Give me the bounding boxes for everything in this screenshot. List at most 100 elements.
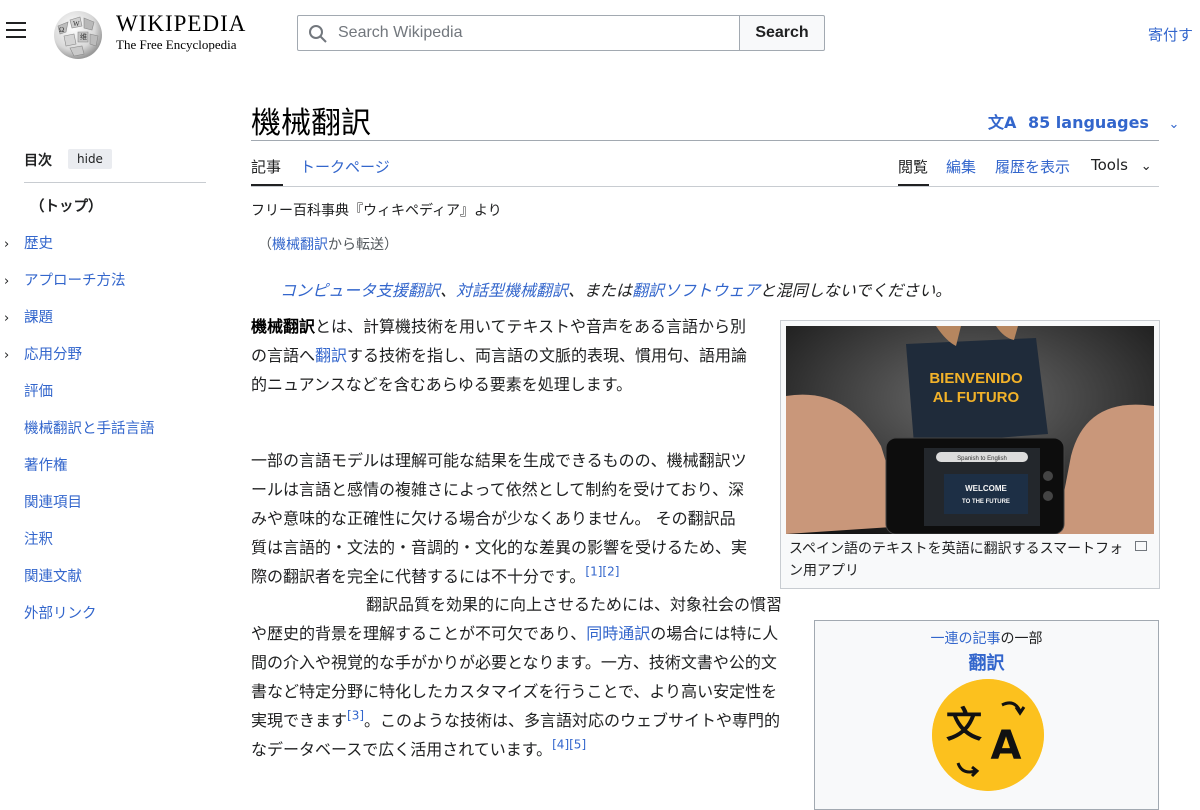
chevron-down-icon: ⌄	[1168, 117, 1180, 132]
hatnote-sep: 、または	[568, 281, 633, 300]
ref-4[interactable]: [4]	[552, 738, 569, 752]
tab-edit[interactable]: 編集	[946, 156, 976, 177]
ref-2[interactable]: [2]	[602, 565, 619, 579]
term-bold: 機械翻訳	[251, 317, 316, 336]
phone-button	[1043, 471, 1053, 481]
toc-item[interactable]: 著作権	[0, 455, 220, 492]
svg-text:文: 文	[946, 705, 982, 746]
donate-link[interactable]: 寄付す	[1148, 24, 1193, 45]
series-caption: 一連の記事の一部	[815, 628, 1158, 648]
tab-article[interactable]: 記事	[251, 156, 281, 177]
phone-bar-text: Spanish to English	[957, 456, 1007, 462]
enlarge-icon[interactable]	[1135, 541, 1147, 551]
phone-line-1: WELCOME	[965, 484, 1007, 493]
menu-bar	[6, 22, 26, 24]
redirect-rest: から転送）	[328, 237, 398, 253]
wordmark-title: WIKIPEDIA	[116, 11, 247, 36]
wikipedia-wordmark[interactable]: WIKIPEDIA The Free Encyclopedia	[116, 12, 246, 54]
series-link[interactable]: 一連の記事	[931, 631, 1001, 647]
search-icon	[309, 25, 327, 43]
series-title[interactable]: 翻訳	[815, 649, 1158, 675]
tab-history[interactable]: 履歴を表示	[995, 156, 1070, 177]
hatnote-link-software[interactable]: 翻訳ソフトウェア	[632, 281, 760, 300]
ref-5[interactable]: [5]	[569, 738, 586, 752]
svg-text:W: W	[73, 20, 80, 28]
toc-item-label: 歴史	[24, 236, 53, 252]
paragraph-body-b: 翻訳品質を効果的に向上させるためには、対象社会の慣習や歴史的背景を理解することが…	[251, 590, 786, 764]
toc-item-label: 関連文献	[24, 569, 82, 585]
toc-item[interactable]: › 課題	[0, 307, 220, 344]
ref-3[interactable]: [3]	[347, 709, 364, 723]
phone-line-2: TO THE FUTURE	[962, 499, 1010, 505]
language-count: 85 languages	[1027, 113, 1149, 132]
toc-item-label: 外部リンク	[24, 606, 97, 622]
toc-item-label: 関連項目	[24, 495, 82, 511]
article-figure: BIENVENIDO AL FUTURO Spanish to English …	[780, 320, 1160, 589]
wikipedia-globe-logo[interactable]: Ω W 维	[50, 8, 106, 60]
series-sidebar: 一連の記事の一部 翻訳 文 A	[814, 620, 1159, 810]
paragraph-body-a: 一部の言語モデルは理解可能な結果を生成できるものの、機械翻訳ツールは言語と感情の…	[251, 446, 751, 591]
toc-heading: 目次	[24, 153, 52, 169]
wordmark-tagline: The Free Encyclopedia	[116, 37, 237, 52]
search-input[interactable]	[336, 18, 731, 48]
toc-item-label: 注釈	[24, 532, 53, 548]
phone-button	[1043, 491, 1053, 501]
translation-icon[interactable]: 文 A	[932, 679, 1044, 791]
tabs-divider	[251, 186, 1159, 187]
hatnote-rest: と混同しないでください。	[759, 281, 952, 300]
tab-read[interactable]: 閲覧	[898, 156, 928, 177]
link-translation[interactable]: 翻訳	[315, 346, 347, 365]
tab-talk[interactable]: トークページ	[300, 156, 390, 177]
toc-item-label: 著作権	[24, 458, 68, 474]
text: 一部の言語モデルは理解可能な結果を生成できるものの、機械翻訳ツールは言語と感情の…	[251, 451, 748, 586]
svg-text:A: A	[991, 723, 1022, 769]
tools-label: Tools	[1091, 156, 1128, 174]
toc-item[interactable]: （トップ）	[0, 196, 220, 233]
toc-hide-button[interactable]: hide	[68, 149, 112, 169]
toc-divider	[24, 182, 206, 183]
title-divider	[251, 140, 1159, 141]
language-selector[interactable]: 文A 85 languages ⌄	[988, 109, 1179, 133]
toc-item[interactable]: › 応用分野	[0, 344, 220, 381]
hatnote-link-cat[interactable]: コンピュータ支援翻訳	[280, 281, 440, 300]
chevron-right-icon[interactable]: ›	[4, 271, 9, 293]
menu-bar	[6, 29, 26, 31]
figure-image[interactable]: BIENVENIDO AL FUTURO Spanish to English …	[786, 326, 1154, 534]
chevron-right-icon[interactable]: ›	[4, 234, 9, 256]
page-title: 機械翻訳	[251, 106, 371, 141]
sign-line-2: AL FUTURO	[933, 389, 1020, 406]
link-simultaneous-interpretation[interactable]: 同時通訳	[586, 624, 650, 643]
toc-item[interactable]: › アプローチ方法	[0, 270, 220, 307]
redirect-link[interactable]: 機械翻訳	[272, 237, 328, 253]
hatnote-link-interactive[interactable]: 対話型機械翻訳	[456, 281, 568, 300]
toc-item-label: 応用分野	[24, 347, 82, 363]
phone-preview	[944, 474, 1028, 514]
sign-line-1: BIENVENIDO	[929, 370, 1023, 387]
hatnote-sep: 、	[440, 281, 457, 300]
series-title-link[interactable]: 翻訳	[969, 653, 1005, 674]
toc-item[interactable]: 外部リンク	[0, 603, 220, 640]
tools-menu[interactable]: Tools ⌄	[1091, 156, 1152, 174]
site-sub: フリー百科事典『ウィキペディア』より	[251, 203, 502, 219]
search-box	[297, 15, 740, 51]
series-rest: の一部	[1000, 631, 1043, 647]
toc-item-label: 課題	[24, 310, 53, 326]
ref-1[interactable]: [1]	[585, 565, 602, 579]
toc-item[interactable]: 機械翻訳と手話言語	[0, 418, 220, 455]
toc-item[interactable]: 注釈	[0, 529, 220, 566]
toc-item-label: 評価	[24, 384, 53, 400]
chevron-right-icon[interactable]: ›	[4, 308, 9, 330]
main-menu-button[interactable]	[6, 22, 28, 42]
chevron-right-icon[interactable]: ›	[4, 345, 9, 367]
translate-icon: 文A	[988, 113, 1017, 132]
paragraph-intro: 機械翻訳とは、計算機技術を用いてテキストや音声をある言語から別の言語へ翻訳する技…	[251, 312, 751, 399]
toc-item[interactable]: › 歴史	[0, 233, 220, 270]
toc-item[interactable]: 関連文献	[0, 566, 220, 603]
translation-app-photo: BIENVENIDO AL FUTURO Spanish to English …	[786, 326, 1154, 534]
search-button[interactable]: Search	[739, 15, 825, 51]
toc-item[interactable]: 評価	[0, 381, 220, 418]
redirect-open: （	[258, 237, 272, 253]
toc-item[interactable]: 関連項目	[0, 492, 220, 529]
menu-bar	[6, 36, 26, 38]
svg-text:Ω: Ω	[59, 26, 64, 34]
